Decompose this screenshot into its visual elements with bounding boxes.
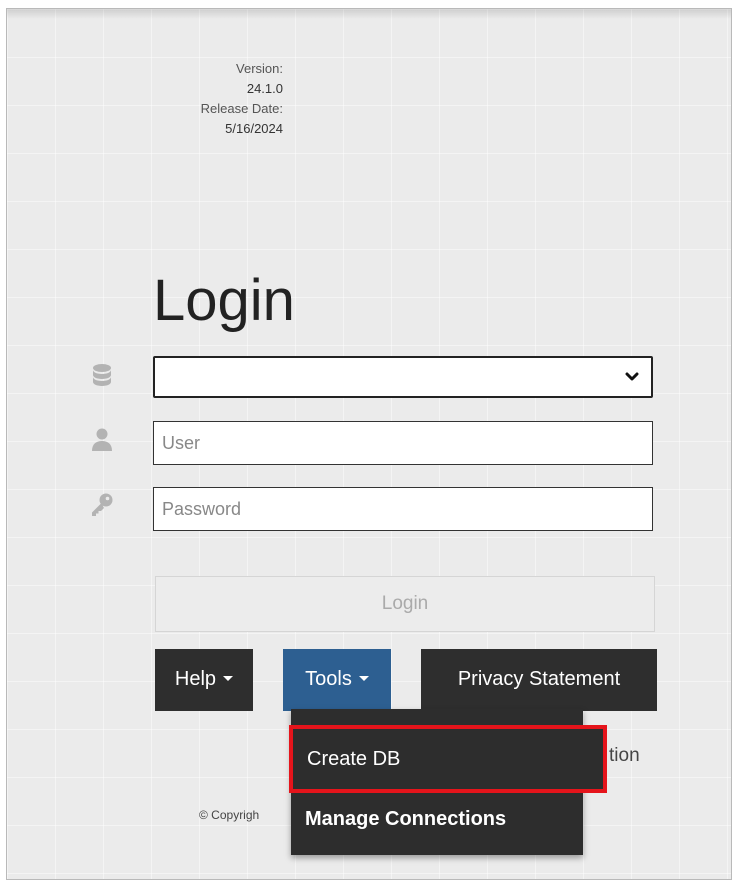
copyright-text: © Copyrigh: [199, 808, 260, 822]
help-button-label: Help: [174, 668, 217, 690]
chevron-down-icon: [625, 372, 639, 381]
login-button[interactable]: Login: [155, 576, 655, 632]
version-info: Version: 24.1.0 Release Date: 5/16/2024: [201, 59, 283, 139]
privacy-statement-button[interactable]: Privacy Statement: [421, 649, 657, 711]
tools-button-label: Tools: [305, 668, 352, 690]
tools-button[interactable]: Tools: [283, 649, 391, 711]
database-select[interactable]: [153, 356, 653, 398]
menu-item-create-db[interactable]: Create DB: [289, 725, 607, 793]
tools-dropdown-menu: Create DB Manage Connections: [289, 709, 607, 855]
caret-down-icon: [358, 676, 369, 682]
help-button[interactable]: Help: [155, 649, 253, 711]
release-date-label: Release Date:: [200, 101, 283, 116]
key-icon: [89, 492, 115, 518]
connection-link-fragment: tion: [609, 745, 640, 766]
password-input[interactable]: [153, 487, 653, 531]
version-label: Version:: [236, 61, 283, 76]
menu-item-manage-connections[interactable]: Manage Connections: [291, 789, 583, 849]
caret-down-icon: [223, 676, 234, 682]
user-icon: [91, 427, 113, 453]
top-shadow: [7, 9, 731, 19]
release-date-value: 5/16/2024: [225, 121, 283, 136]
page-title: Login: [153, 268, 295, 333]
login-page: Version: 24.1.0 Release Date: 5/16/2024 …: [6, 8, 732, 880]
database-icon: [91, 363, 113, 389]
user-input[interactable]: [153, 421, 653, 465]
version-value: 24.1.0: [246, 81, 283, 96]
